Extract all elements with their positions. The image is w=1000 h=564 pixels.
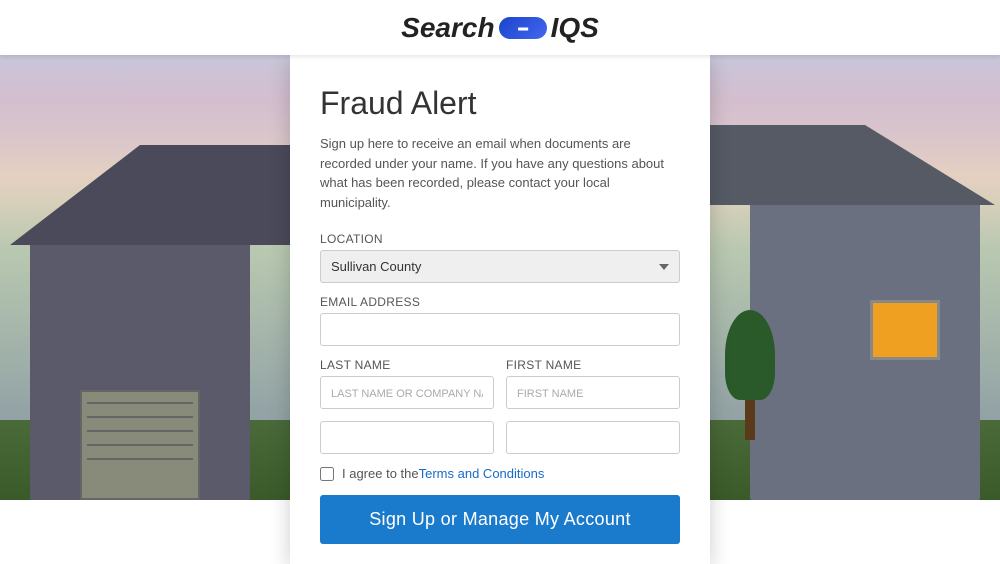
garage-lines [87, 402, 193, 472]
garage-line [87, 416, 193, 418]
form-title: Fraud Alert [320, 85, 680, 122]
garage-line [87, 402, 193, 404]
extra-field-right[interactable] [506, 421, 680, 454]
tree [730, 320, 770, 440]
firstname-label: First Name [506, 358, 680, 372]
logo-iqs-text: IQS [551, 12, 599, 44]
email-input[interactable] [320, 313, 680, 346]
header: Search IQS [0, 0, 1000, 55]
form-description: Sign up here to receive an email when do… [320, 134, 680, 212]
terms-checkbox[interactable] [320, 467, 334, 481]
garage-line [87, 458, 193, 460]
garage [80, 390, 200, 500]
extra-fields-row [320, 421, 680, 466]
terms-row: I agree to the Terms and Conditions [320, 466, 680, 481]
location-label: Location [320, 232, 680, 246]
extra-field-right-group [506, 421, 680, 454]
name-row: Last Name First Name [320, 358, 680, 421]
email-label: Email Address [320, 295, 680, 309]
lastname-group: Last Name [320, 358, 494, 409]
terms-prefix-text: I agree to the [342, 466, 419, 481]
logo-icon [499, 17, 547, 39]
extra-field-left-group [320, 421, 494, 454]
extra-field-left[interactable] [320, 421, 494, 454]
logo-search-text: Search [401, 12, 494, 44]
logo: Search IQS [401, 12, 599, 44]
garage-line [87, 444, 193, 446]
garage-line [87, 430, 193, 432]
firstname-group: First Name [506, 358, 680, 409]
location-group: Location Sullivan County [320, 232, 680, 283]
lastname-label: Last Name [320, 358, 494, 372]
house-right [700, 100, 1000, 500]
firstname-input[interactable] [506, 376, 680, 409]
location-select[interactable]: Sullivan County [320, 250, 680, 283]
lastname-input[interactable] [320, 376, 494, 409]
email-group: Email Address [320, 295, 680, 346]
submit-button[interactable]: Sign Up or Manage My Account [320, 495, 680, 544]
terms-link[interactable]: Terms and Conditions [419, 466, 545, 481]
house-window [870, 300, 940, 360]
house-left [0, 120, 320, 500]
form-container: Fraud Alert Sign up here to receive an e… [290, 55, 710, 564]
